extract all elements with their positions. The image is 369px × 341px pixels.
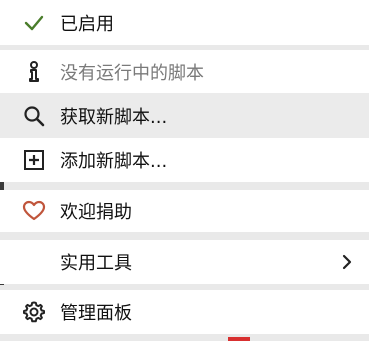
bottom-red-fragment <box>228 337 250 341</box>
info-icon <box>22 60 46 84</box>
chevron-right-icon <box>339 254 355 270</box>
menu-item-label: 管理面板 <box>60 303 132 324</box>
menu-item-get-new-scripts[interactable]: 获取新脚本... <box>0 93 369 138</box>
menu-item-add-new-script[interactable]: 添加新脚本... <box>0 138 369 182</box>
menu-item-label: 添加新脚本... <box>60 151 168 172</box>
menu-item-dashboard[interactable]: 管理面板 <box>0 290 369 334</box>
menu-item-donate[interactable]: 欢迎捐助 <box>0 190 369 232</box>
menu-item-label: 实用工具 <box>60 253 132 274</box>
menu-item-label: 获取新脚本... <box>60 106 168 128</box>
menu-item-no-running-scripts: 没有运行中的脚本 <box>0 50 369 93</box>
menu-item-utilities[interactable]: 实用工具 <box>0 240 369 284</box>
heart-icon <box>22 199 46 223</box>
plus-square-icon <box>22 148 46 172</box>
menu-item-label: 已启用 <box>60 13 114 35</box>
bottom-edge <box>0 336 369 341</box>
search-icon <box>22 104 46 128</box>
menu-item-label: 欢迎捐助 <box>60 202 132 223</box>
check-icon <box>22 11 46 35</box>
menu-item-label: 没有运行中的脚本 <box>60 62 204 84</box>
menu-item-enabled[interactable]: 已启用 <box>0 0 369 45</box>
gear-icon <box>22 300 46 324</box>
extension-popup-menu: 已启用 没有运行中的脚本 获取新脚本... 添加新脚本... 欢迎捐助 实用工具… <box>0 0 369 341</box>
